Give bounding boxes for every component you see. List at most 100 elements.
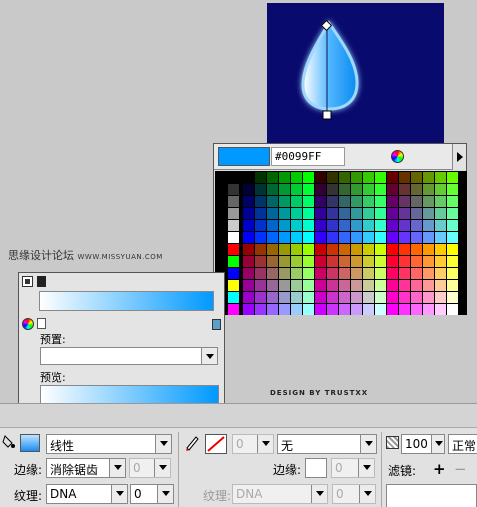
swatch-cell[interactable] — [411, 208, 422, 219]
swatch-cell[interactable] — [399, 172, 410, 183]
swatch-cell[interactable] — [423, 280, 434, 291]
swatch-cell[interactable] — [399, 256, 410, 267]
swatch-cell[interactable] — [267, 184, 278, 195]
swatch-cell[interactable] — [267, 280, 278, 291]
swatch-cell[interactable] — [228, 280, 239, 291]
swatch-cell[interactable] — [228, 232, 239, 243]
swatch-cell[interactable] — [291, 268, 302, 279]
swatch-cell[interactable] — [351, 172, 362, 183]
swatch-cell[interactable] — [327, 196, 338, 207]
swatch-cell[interactable] — [435, 208, 446, 219]
swatch-cell[interactable] — [435, 268, 446, 279]
swatch-cell[interactable] — [375, 280, 386, 291]
swatch-cell[interactable] — [387, 280, 398, 291]
swatch-cell[interactable] — [363, 220, 374, 231]
swatch-cell[interactable] — [327, 268, 338, 279]
swatch-cell[interactable] — [339, 196, 350, 207]
swatch-cell[interactable] — [339, 304, 350, 315]
save-preset-icon[interactable] — [212, 319, 221, 330]
swatch-cell[interactable] — [375, 304, 386, 315]
swatch-cell[interactable] — [228, 172, 239, 183]
swatch-cell[interactable] — [423, 172, 434, 183]
swatch-cell[interactable] — [228, 220, 239, 231]
chevron-down-icon[interactable] — [201, 348, 217, 364]
swatch-cell[interactable] — [411, 280, 422, 291]
preset-select[interactable] — [40, 347, 218, 365]
swatch-cell[interactable] — [399, 220, 410, 231]
swatch-cell[interactable] — [363, 184, 374, 195]
swatch-cell[interactable] — [216, 232, 227, 243]
paint-bucket-icon[interactable] — [2, 434, 16, 450]
swatch-cell[interactable] — [291, 184, 302, 195]
filter-list[interactable] — [386, 484, 477, 507]
swatch-cell[interactable] — [267, 172, 278, 183]
swatch-cell[interactable] — [375, 196, 386, 207]
swatch-cell[interactable] — [327, 256, 338, 267]
swatch-cell[interactable] — [327, 220, 338, 231]
swatch-cell[interactable] — [399, 184, 410, 195]
swatch-cell[interactable] — [351, 184, 362, 195]
canvas-stage[interactable] — [267, 3, 444, 146]
swatch-cell[interactable] — [387, 304, 398, 315]
droplet-shape[interactable] — [267, 3, 444, 146]
swatch-cell[interactable] — [255, 244, 266, 255]
swatch-cell[interactable] — [411, 232, 422, 243]
swatch-cell[interactable] — [216, 220, 227, 231]
swatch-cell[interactable] — [423, 208, 434, 219]
swatch-cell[interactable] — [279, 292, 290, 303]
swatch-cell[interactable] — [423, 244, 434, 255]
pencil-icon[interactable] — [184, 435, 200, 451]
swatch-cell[interactable] — [363, 292, 374, 303]
swatch-cell[interactable] — [303, 208, 314, 219]
swatch-cell[interactable] — [363, 172, 374, 183]
swatch-cell[interactable] — [243, 244, 254, 255]
swatch-cell[interactable] — [399, 268, 410, 279]
swatch-cell[interactable] — [363, 208, 374, 219]
chevron-down-icon[interactable] — [109, 459, 125, 477]
swatch-cell[interactable] — [291, 256, 302, 267]
swatch-cell[interactable] — [255, 172, 266, 183]
swatch-cell[interactable] — [423, 184, 434, 195]
add-filter-button[interactable]: + — [433, 460, 446, 478]
swatch-cell[interactable] — [279, 304, 290, 315]
swatch-cell[interactable] — [315, 172, 326, 183]
swatch-cell[interactable] — [375, 208, 386, 219]
texture-number[interactable]: 0 — [130, 484, 174, 504]
swatch-cell[interactable] — [255, 292, 266, 303]
swatch-cell[interactable] — [279, 280, 290, 291]
swatch-cell[interactable] — [387, 292, 398, 303]
swatch-cell[interactable] — [363, 256, 374, 267]
swatch-cell[interactable] — [255, 184, 266, 195]
swatch-cell[interactable] — [435, 256, 446, 267]
swatch-cell[interactable] — [243, 208, 254, 219]
swatch-cell[interactable] — [303, 256, 314, 267]
swatch-cell[interactable] — [228, 304, 239, 315]
swatch-cell[interactable] — [291, 196, 302, 207]
swatch-cell[interactable] — [339, 220, 350, 231]
swatch-cell[interactable] — [279, 256, 290, 267]
swatch-cell[interactable] — [411, 292, 422, 303]
swatch-cell[interactable] — [447, 172, 458, 183]
swatch-cell[interactable] — [435, 184, 446, 195]
chevron-down-icon[interactable] — [432, 435, 444, 453]
swatch-cell[interactable] — [303, 292, 314, 303]
swatch-cell[interactable] — [228, 268, 239, 279]
swatch-cell[interactable] — [351, 304, 362, 315]
swatch-cell[interactable] — [228, 292, 239, 303]
swatch-cell[interactable] — [447, 256, 458, 267]
fill-type-select[interactable]: 线性 — [46, 434, 172, 454]
swatch-cell[interactable] — [279, 196, 290, 207]
swatch-cell[interactable] — [216, 244, 227, 255]
swatch-cell[interactable] — [447, 304, 458, 315]
swatch-cell[interactable] — [411, 220, 422, 231]
swatch-cell[interactable] — [243, 220, 254, 231]
swatch-cell[interactable] — [255, 304, 266, 315]
swatch-cell[interactable] — [243, 256, 254, 267]
swatch-cell[interactable] — [291, 244, 302, 255]
swatch-cell[interactable] — [327, 184, 338, 195]
swatch-cell[interactable] — [363, 280, 374, 291]
swatch-cell[interactable] — [228, 208, 239, 219]
swatch-cell[interactable] — [351, 292, 362, 303]
swatch-cell[interactable] — [375, 292, 386, 303]
swatch-cell[interactable] — [315, 280, 326, 291]
